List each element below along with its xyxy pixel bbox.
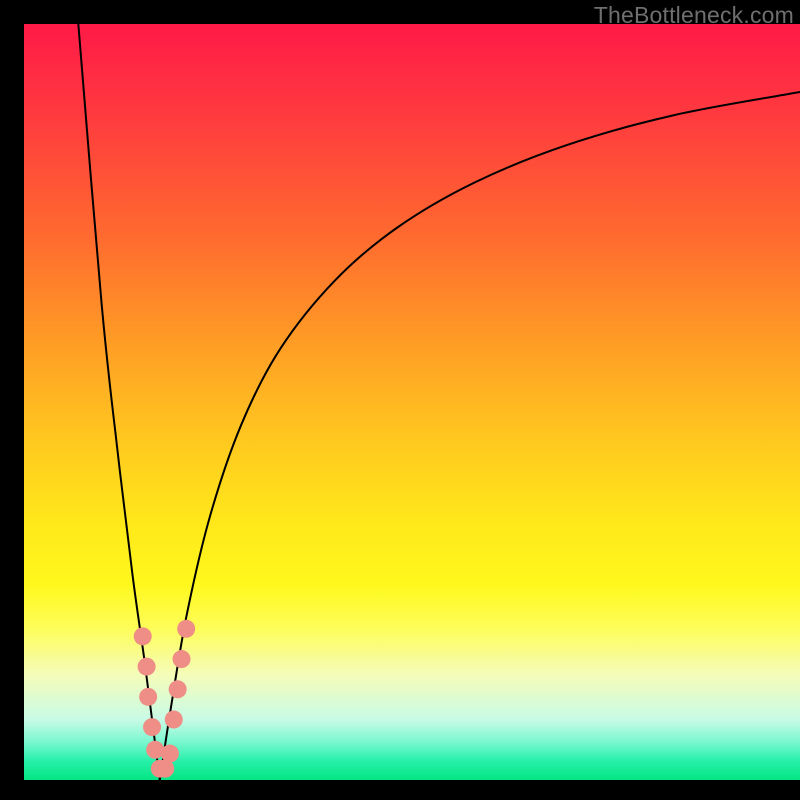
marker-dot [138, 658, 156, 676]
curve-plot [24, 24, 800, 780]
marker-dot [169, 680, 187, 698]
marker-dot [177, 620, 195, 638]
marker-dot [143, 718, 161, 736]
marker-dot [173, 650, 191, 668]
marker-dot [139, 688, 157, 706]
marker-group [134, 620, 195, 778]
marker-dot [134, 627, 152, 645]
marker-dot [161, 745, 179, 763]
plot-frame: TheBottleneck.com [24, 0, 800, 780]
curve-right-branch [160, 92, 800, 780]
marker-dot [165, 711, 183, 729]
